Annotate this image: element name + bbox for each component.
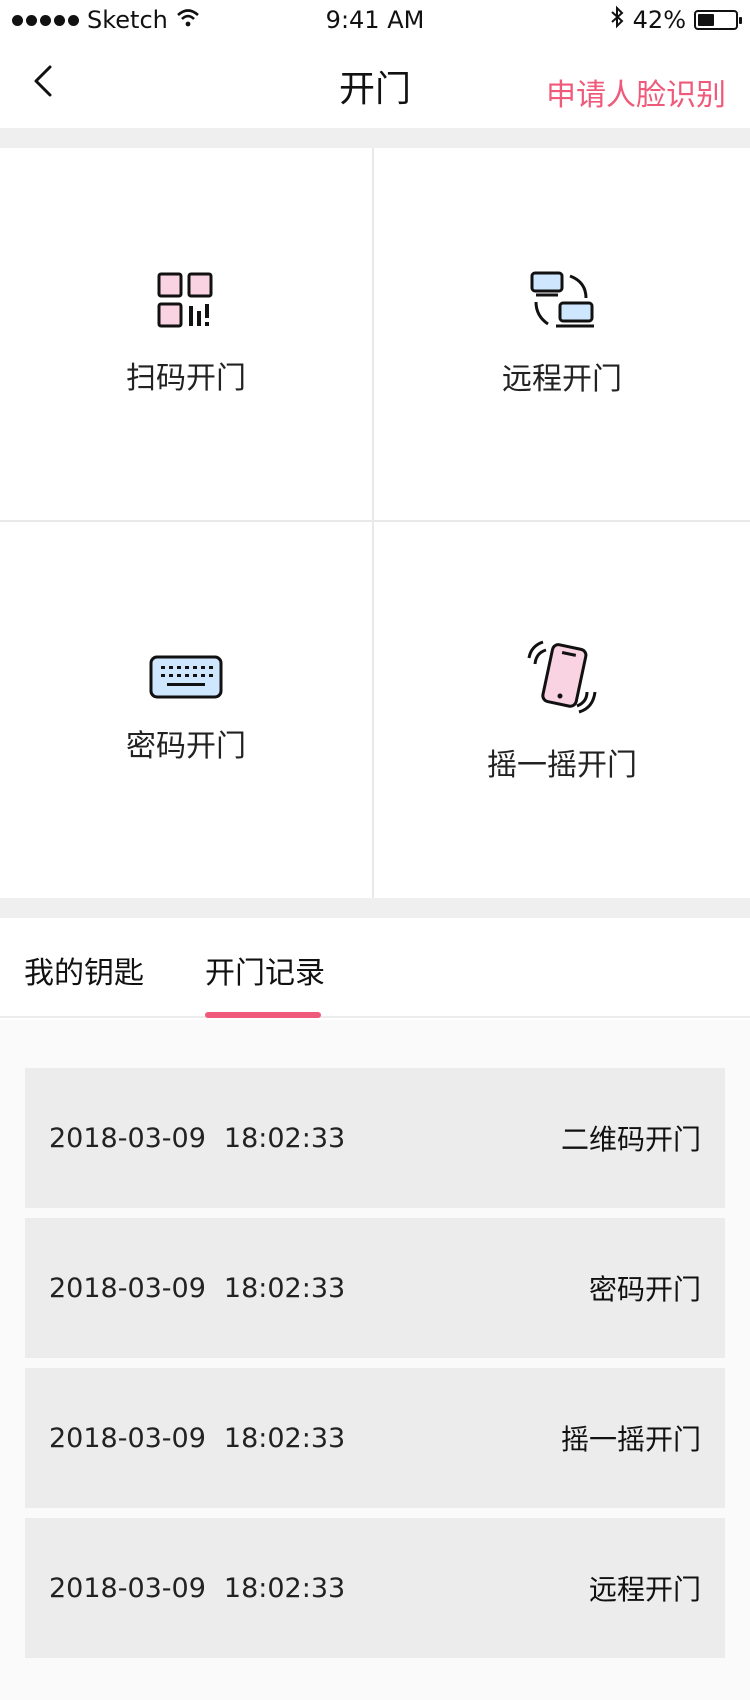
record-datetime: 2018-03-09 18:02:33	[49, 1423, 345, 1454]
divider	[0, 128, 750, 148]
status-bar: Sketch 9:41 AM 42%	[0, 0, 750, 40]
bluetooth-icon	[609, 5, 625, 35]
record-time: 18:02:33	[223, 1422, 346, 1454]
record-item[interactable]: 2018-03-09 18:02:33 远程开门	[25, 1518, 725, 1658]
tab-unlock-records[interactable]: 开门记录	[205, 948, 325, 992]
record-datetime: 2018-03-09 18:02:33	[49, 1273, 345, 1304]
record-time: 18:02:33	[223, 1572, 346, 1604]
signal-icon	[12, 14, 79, 26]
record-type: 远程开门	[588, 1573, 701, 1606]
tab-bar: 我的钥匙 开门记录	[0, 918, 750, 1018]
apply-face-recognition-button[interactable]: 申请人脸识别	[546, 70, 726, 114]
wifi-icon	[176, 6, 200, 34]
divider	[0, 898, 750, 918]
status-left: Sketch	[12, 6, 200, 34]
shake-unlock-label: 摇一摇开门	[487, 748, 637, 783]
record-time: 18:02:33	[223, 1272, 346, 1304]
record-date: 2018-03-09	[49, 1572, 206, 1604]
carrier-label: Sketch	[87, 6, 168, 34]
status-time: 9:41 AM	[325, 6, 425, 34]
unlock-methods-grid: 扫码开门 远程开门 密码开门 摇一摇开门	[0, 148, 750, 898]
record-time: 18:02:33	[223, 1122, 346, 1154]
password-unlock-label: 密码开门	[126, 729, 246, 764]
remote-unlock-cell[interactable]: 远程开门	[374, 148, 750, 522]
nav-bar: 开门 申请人脸识别	[0, 40, 750, 128]
status-right: 42%	[609, 5, 742, 35]
record-type: 二维码开门	[560, 1123, 701, 1156]
shake-phone-icon	[521, 636, 603, 722]
record-date: 2018-03-09	[49, 1122, 206, 1154]
records-list: 2018-03-09 18:02:33 二维码开门 2018-03-09 18:02…	[0, 1020, 750, 1700]
shake-unlock-cell[interactable]: 摇一摇开门	[374, 522, 750, 898]
remote-unlock-label: 远程开门	[502, 362, 622, 397]
record-type: 摇一摇开门	[560, 1423, 701, 1456]
record-datetime: 2018-03-09 18:02:33	[49, 1573, 345, 1604]
remote-devices-icon	[528, 270, 596, 336]
active-tab-indicator	[205, 1012, 321, 1018]
record-date: 2018-03-09	[49, 1422, 206, 1454]
qr-unlock-cell[interactable]: 扫码开门	[0, 148, 374, 522]
record-item[interactable]: 2018-03-09 18:02:33 密码开门	[25, 1218, 725, 1358]
record-date: 2018-03-09	[49, 1272, 206, 1304]
qr-unlock-label: 扫码开门	[126, 361, 246, 396]
tab-my-keys[interactable]: 我的钥匙	[24, 948, 144, 992]
password-unlock-cell[interactable]: 密码开门	[0, 522, 374, 898]
record-datetime: 2018-03-09 18:02:33	[49, 1123, 345, 1154]
record-type: 密码开门	[588, 1273, 701, 1306]
keyboard-icon	[149, 655, 223, 703]
record-item[interactable]: 2018-03-09 18:02:33 摇一摇开门	[25, 1368, 725, 1508]
qr-code-icon	[156, 271, 216, 335]
battery-icon	[694, 10, 742, 30]
battery-percent: 42%	[632, 6, 686, 34]
record-item[interactable]: 2018-03-09 18:02:33 二维码开门	[25, 1068, 725, 1208]
